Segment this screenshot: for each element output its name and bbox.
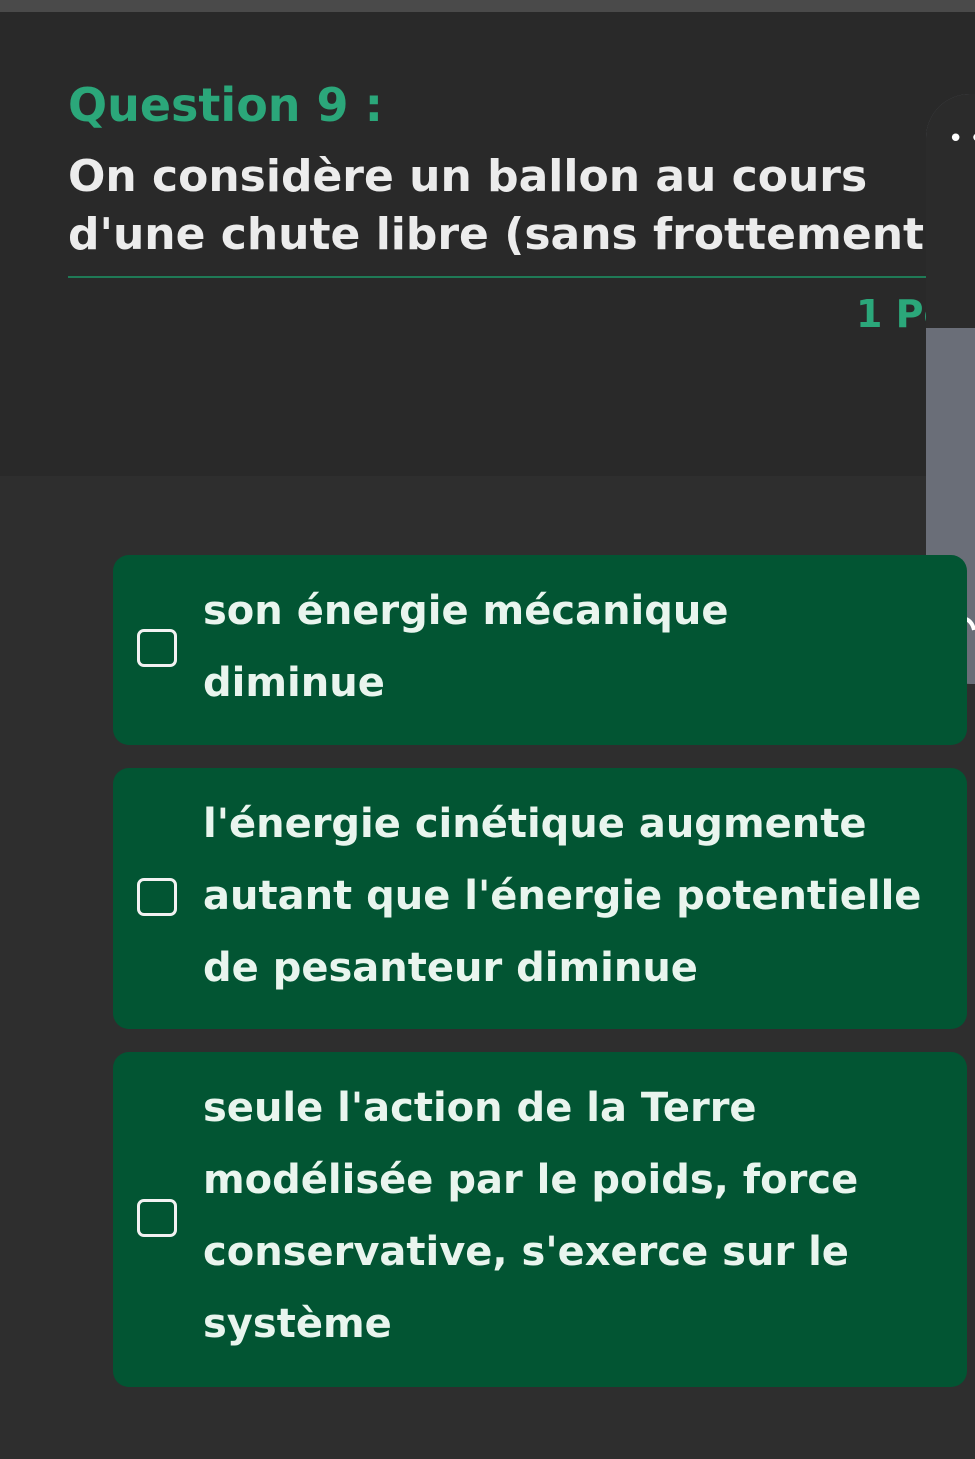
answer-line: seule l'action de la Terre: [203, 1085, 757, 1131]
answer-line: de pesanteur diminue: [203, 945, 698, 991]
answer-list: son énergie mécanique diminue l'énergie …: [113, 555, 967, 1410]
answer-checkbox-2[interactable]: [137, 877, 177, 916]
question-text-line-1: On considère un ballon au cours: [68, 151, 868, 202]
answer-option-3[interactable]: seule l'action de la Terre modélisée par…: [113, 1052, 967, 1387]
answer-option-2[interactable]: l'énergie cinétique augmente autant que …: [113, 768, 967, 1029]
answer-line: conservative, s'exerce sur le: [203, 1229, 849, 1275]
answer-checkbox-1[interactable]: [137, 629, 177, 667]
answer-line: modélisée par le poids, force: [203, 1157, 859, 1203]
answer-line: diminue: [203, 660, 385, 706]
question-text-line-2: d'une chute libre (sans frottement: [68, 209, 925, 260]
more-dots-icon[interactable]: ••: [948, 124, 975, 154]
question-number: Question 9 :: [68, 78, 383, 132]
status-strip: [0, 0, 975, 12]
answer-line: son énergie mécanique: [203, 588, 729, 634]
answer-option-1[interactable]: son énergie mécanique diminue: [113, 555, 967, 745]
question-text: On considère un ballon au cours d'une ch…: [68, 148, 938, 264]
answer-line: l'énergie cinétique augmente: [203, 801, 867, 847]
question-divider: [68, 276, 928, 278]
answer-line: système: [203, 1301, 392, 1347]
answer-line: autant que l'énergie potentielle: [203, 873, 922, 919]
answer-checkbox-3[interactable]: [137, 1198, 177, 1237]
